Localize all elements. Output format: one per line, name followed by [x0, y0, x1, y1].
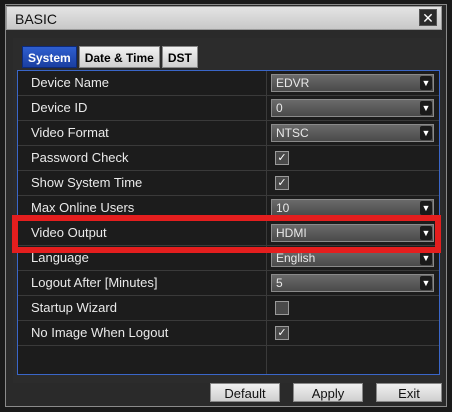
row-label: Max Online Users: [31, 200, 135, 215]
password-check-checkbox[interactable]: ✓: [275, 151, 289, 165]
default-button[interactable]: Default: [210, 383, 280, 402]
window-title: BASIC: [15, 11, 58, 27]
close-icon[interactable]: ✕: [419, 9, 437, 26]
row-label: Password Check: [31, 150, 129, 165]
startup-wizard-checkbox[interactable]: [275, 301, 289, 315]
select-value: 0: [276, 101, 283, 115]
tab-date-time[interactable]: Date & Time: [78, 46, 160, 68]
select-value: EDVR: [276, 76, 310, 90]
column-divider: [266, 271, 267, 296]
dropdown-arrow-icon[interactable]: ▼: [420, 76, 432, 90]
row-video-format: Video Format NTSC ▼: [18, 121, 439, 146]
settings-grid: Device Name EDVR ▼ Device ID 0 ▼ Video F…: [17, 70, 440, 375]
row-video-output: Video Output HDMI ▼: [18, 221, 439, 246]
row-device-name: Device Name EDVR ▼: [18, 71, 439, 96]
column-divider: [266, 296, 267, 321]
row-label: Video Format: [31, 125, 109, 140]
dropdown-arrow-icon[interactable]: ▼: [420, 201, 432, 215]
column-divider: [266, 96, 267, 121]
select-value: English: [276, 251, 316, 265]
select-value: NTSC: [276, 126, 309, 140]
dropdown-arrow-icon[interactable]: ▼: [420, 226, 432, 240]
column-divider: [266, 121, 267, 146]
row-password-check: Password Check ✓: [18, 146, 439, 171]
device-id-select[interactable]: 0 ▼: [271, 99, 434, 117]
row-label: No Image When Logout: [31, 325, 169, 340]
tab-system[interactable]: System: [22, 46, 77, 68]
row-device-id: Device ID 0 ▼: [18, 96, 439, 121]
show-system-time-checkbox[interactable]: ✓: [275, 176, 289, 190]
row-label: Logout After [Minutes]: [31, 275, 158, 290]
dropdown-arrow-icon[interactable]: ▼: [420, 276, 432, 290]
column-divider: [266, 71, 267, 96]
row-label: Device Name: [31, 75, 110, 90]
column-divider: [266, 171, 267, 196]
video-format-select[interactable]: NTSC ▼: [271, 124, 434, 142]
video-output-select[interactable]: HDMI ▼: [271, 224, 434, 242]
apply-button[interactable]: Apply: [293, 383, 363, 402]
max-online-users-select[interactable]: 10 ▼: [271, 199, 434, 217]
row-max-online-users: Max Online Users 10 ▼: [18, 196, 439, 221]
column-divider: [266, 221, 267, 246]
no-image-when-logout-checkbox[interactable]: ✓: [275, 326, 289, 340]
tab-bar: System Date & Time DST: [22, 46, 200, 68]
row-label: Show System Time: [31, 175, 143, 190]
column-divider: [266, 146, 267, 171]
tab-dst[interactable]: DST: [161, 46, 198, 68]
select-value: 10: [276, 201, 290, 215]
row-label: Video Output: [31, 225, 107, 240]
select-value: HDMI: [276, 226, 307, 240]
dropdown-arrow-icon[interactable]: ▼: [420, 126, 432, 140]
column-divider: [266, 321, 267, 346]
row-empty: [18, 346, 439, 374]
logout-after-select[interactable]: 5 ▼: [271, 274, 434, 292]
row-label: Startup Wizard: [31, 300, 117, 315]
row-language: Language English ▼: [18, 246, 439, 271]
dropdown-arrow-icon[interactable]: ▼: [420, 251, 432, 265]
exit-button[interactable]: Exit: [376, 383, 442, 402]
row-logout-after: Logout After [Minutes] 5 ▼: [18, 271, 439, 296]
language-select[interactable]: English ▼: [271, 249, 434, 267]
row-label: Language: [31, 250, 89, 265]
column-divider: [266, 196, 267, 221]
device-name-select[interactable]: EDVR ▼: [271, 74, 434, 92]
column-divider: [266, 346, 267, 374]
dropdown-arrow-icon[interactable]: ▼: [420, 101, 432, 115]
select-value: 5: [276, 276, 283, 290]
column-divider: [266, 246, 267, 271]
row-show-system-time: Show System Time ✓: [18, 171, 439, 196]
title-bar: BASIC ✕: [6, 6, 442, 30]
row-no-image-when-logout: No Image When Logout ✓: [18, 321, 439, 346]
row-startup-wizard: Startup Wizard: [18, 296, 439, 321]
row-label: Device ID: [31, 100, 88, 115]
